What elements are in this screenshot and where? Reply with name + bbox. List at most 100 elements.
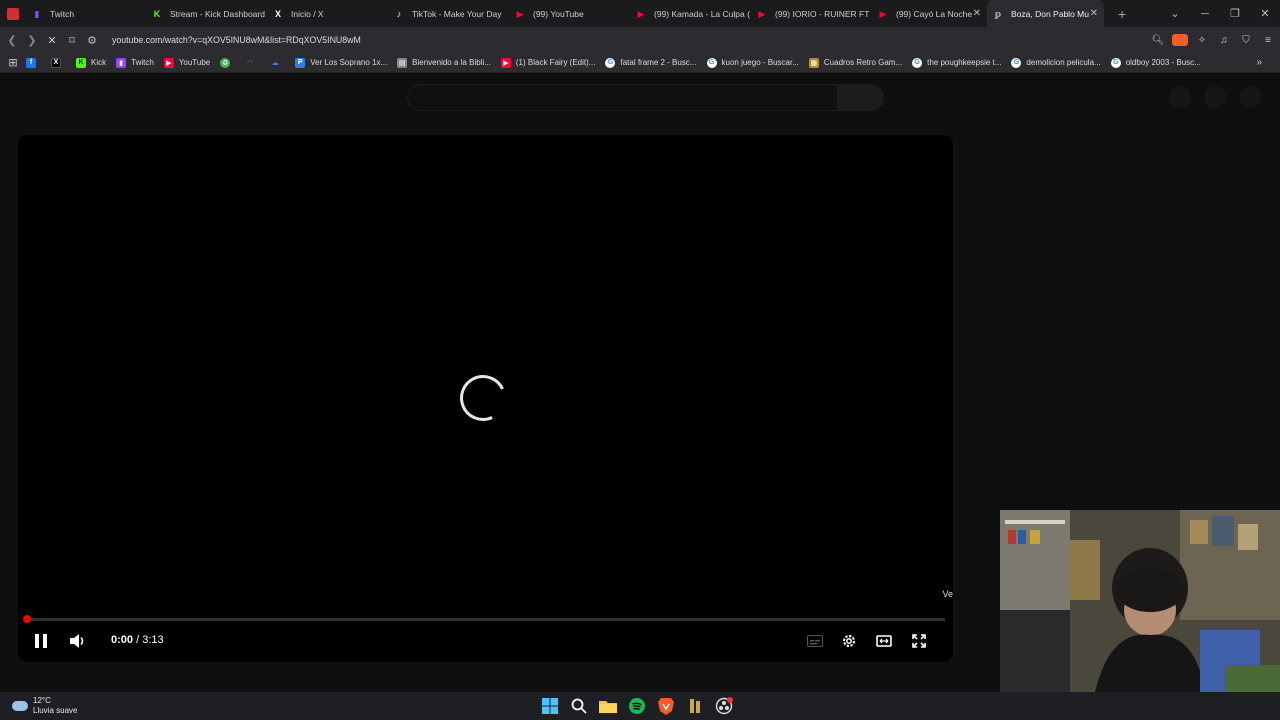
windows-start-icon[interactable]	[540, 696, 560, 716]
tab-x-home[interactable]: X Inicio / X	[267, 0, 388, 27]
bookmark-cuadros-retro[interactable]: ▦ Cuadros Retro Gam...	[808, 57, 902, 68]
restore-icon[interactable]: ❐	[1220, 7, 1250, 20]
bookmark-fatal-frame[interactable]: Gfatal frame 2 - Busc...	[605, 57, 697, 68]
tab-label: Inicio / X	[291, 8, 324, 19]
tab-twitch[interactable]: ▮ Twitch	[26, 0, 146, 27]
extensions-icon[interactable]: ✧	[1194, 35, 1210, 46]
tab-iorio[interactable]: ▶ (99) IORIO - RUINER FT I	[751, 0, 872, 27]
bookmark-facebook[interactable]: f	[26, 57, 41, 68]
forward-icon[interactable]: ❯	[22, 34, 42, 47]
bookmark-label: Ver Los Soprano 1x...	[310, 58, 388, 67]
bookmark-icon[interactable]: ⌑	[62, 34, 82, 47]
tab-kamada[interactable]: ▶ (99) Kamada - La Culpa (	[630, 0, 751, 27]
vpn-icon[interactable]: ⛉	[1238, 35, 1254, 46]
tab-search-icon[interactable]: ⌄	[1160, 7, 1190, 20]
bookmark-poughkeepsie[interactable]: Gthe poughkeepsie t...	[912, 57, 1001, 68]
tab-youtube[interactable]: ▶ (99) YouTube	[509, 0, 630, 27]
pause-icon	[35, 634, 47, 648]
apps-grid-icon[interactable]: ⊞	[0, 56, 26, 69]
page-icon: ▦	[808, 57, 819, 68]
cloud-rain-icon	[12, 701, 28, 711]
address-bar-actions: 🔍︎ ✧ ♫ ⛉ ≡	[1150, 27, 1276, 53]
progress-bar[interactable]	[26, 618, 945, 621]
app-icon[interactable]	[685, 696, 705, 716]
page-icon: ▤	[397, 57, 408, 68]
url-field[interactable]: youtube.com/watch?v=qXOV5INU8wM&list=RDq…	[112, 35, 361, 45]
webcam-image	[1000, 510, 1280, 692]
current-time: 0:00	[111, 634, 134, 646]
tab-label: Stream - Kick Dashboard	[170, 8, 265, 19]
bookmark-app-cloud[interactable]: ☁	[270, 58, 285, 68]
back-icon[interactable]: ❮	[2, 34, 22, 47]
duration: 3:13	[142, 634, 164, 646]
weather-condition: Lluvia suave	[33, 706, 78, 715]
bookmark-soprano[interactable]: P Ver Los Soprano 1x...	[295, 57, 388, 68]
brave-shields-icon[interactable]	[1172, 34, 1188, 46]
bookmark-label: fatal frame 2 - Busc...	[620, 58, 697, 67]
tab-label: (99) YouTube	[533, 8, 584, 19]
close-icon[interactable]: ✕	[1090, 8, 1098, 19]
volume-button[interactable]	[67, 630, 89, 652]
youtube-icon: ▶	[163, 57, 174, 68]
bookmark-youtube[interactable]: ▶ YouTube	[163, 57, 211, 68]
x-icon: X	[51, 57, 61, 68]
youtube-icon: ▶	[758, 8, 766, 19]
browser-menu-icon[interactable]	[0, 0, 26, 27]
tab-boza-active[interactable]: ꝑ Boza, Don Pablo Mu ✕	[987, 0, 1104, 27]
subtitles-icon	[807, 635, 823, 647]
bookmark-biblioteca[interactable]: ▤ Bienvenido a la Bibli...	[397, 57, 491, 68]
bookmark-app-green[interactable]: ♻	[220, 57, 235, 68]
tab-cayo-la-noche[interactable]: ▶ (99) Cayó La Noche ✕	[872, 0, 987, 27]
more-bookmarks-icon[interactable]: »	[1256, 57, 1262, 68]
window-controls: ⌄ ─ ❐ ✕	[1160, 0, 1280, 27]
notifications-icon[interactable]	[1204, 86, 1226, 108]
site-info-icon[interactable]: ⚙	[86, 34, 98, 47]
bookmark-oldboy[interactable]: Goldboy 2003 - Busc...	[1110, 57, 1201, 68]
fullscreen-icon	[912, 634, 926, 648]
bookmark-kick[interactable]: K Kick	[76, 57, 107, 68]
media-icon[interactable]: ♫	[1216, 35, 1232, 46]
create-icon[interactable]	[1169, 86, 1191, 108]
webcam-overlay	[1000, 510, 1280, 692]
weather-widget[interactable]: 12°C Lluvia suave	[12, 692, 77, 720]
spotify-icon[interactable]	[627, 696, 647, 716]
minimize-icon[interactable]: ─	[1190, 8, 1220, 20]
bookmark-demolicion[interactable]: Gdemolicion pelicula...	[1011, 57, 1101, 68]
bookmark-label: kuon juego - Buscar...	[721, 58, 799, 67]
bookmark-twitch[interactable]: ▮ Twitch	[116, 57, 154, 68]
bookmark-label: Kick	[91, 58, 107, 67]
settings-button[interactable]	[839, 630, 859, 652]
new-tab-icon[interactable]: +	[1118, 6, 1126, 22]
bookmark-label: YouTube	[178, 58, 211, 67]
menu-icon[interactable]: ≡	[1260, 35, 1276, 46]
time-separator: /	[133, 634, 143, 646]
obs-icon[interactable]	[714, 696, 734, 716]
search-button[interactable]	[838, 84, 884, 111]
stop-icon[interactable]: ✕	[42, 34, 62, 47]
pause-button[interactable]	[31, 630, 51, 652]
avatar[interactable]	[1239, 86, 1261, 108]
tab-strip: ▮ Twitch K Stream - Kick Dashboard X Ini…	[0, 0, 1280, 27]
zoom-icon[interactable]: 🔍︎	[1150, 35, 1166, 46]
video-player[interactable]: Ve 0:00 / 3:13	[18, 135, 953, 662]
bookmark-x[interactable]: X	[51, 57, 66, 68]
subtitles-button[interactable]	[805, 630, 825, 652]
theater-mode-button[interactable]	[874, 630, 894, 652]
bookmark-kuon[interactable]: Gkuon juego - Buscar...	[706, 57, 799, 68]
search-input[interactable]	[407, 84, 838, 111]
close-window-icon[interactable]: ✕	[1250, 7, 1280, 20]
page-icon: P	[295, 57, 306, 68]
search-icon[interactable]	[569, 696, 589, 716]
tab-tiktok[interactable]: ♪ TikTok - Make Your Day	[388, 0, 509, 27]
tab-kick-dashboard[interactable]: K Stream - Kick Dashboard	[146, 0, 267, 27]
theater-icon	[876, 635, 892, 647]
brave-browser-icon[interactable]	[656, 696, 676, 716]
file-explorer-icon[interactable]	[598, 696, 618, 716]
tiktok-icon: ♪	[396, 8, 402, 19]
progress-scrubber[interactable]	[23, 615, 31, 623]
bookmark-app-blue[interactable]: ◠	[245, 58, 260, 68]
bookmark-black-fairy[interactable]: ▶ (1) Black Fairy (Edit)...	[500, 57, 595, 68]
fullscreen-button[interactable]	[909, 630, 929, 652]
close-icon[interactable]: ✕	[973, 8, 981, 19]
tab-label: (99) Cayó La Noche	[896, 8, 973, 19]
